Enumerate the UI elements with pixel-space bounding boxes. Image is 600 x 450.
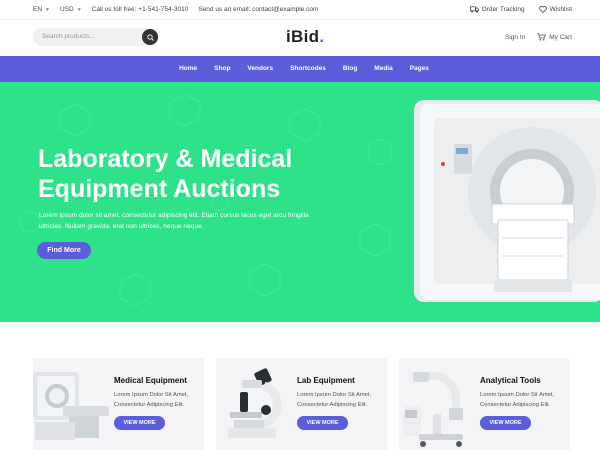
chevron-down-icon: ▼ [76,6,82,13]
cart-icon [537,33,547,41]
cart-label: My Cart [549,33,572,41]
truck-icon [469,6,479,13]
card-description: Lorem Ipsum Dolor Sit Amet, Consectetur … [480,392,555,408]
currency-label: USD [59,6,74,13]
nav-item-shop[interactable]: Shop [214,65,230,72]
email-text[interactable]: Send us an email: contact@example.com [198,6,318,13]
category-card-lab[interactable]: Lab Equipment Lorem Ipsum Dolor Sit Amet… [216,358,387,450]
card-title: Analytical Tools [480,376,541,385]
hero-banner: Laboratory & Medical Equipment Auctions … [0,82,600,322]
cart-link[interactable]: My Cart [537,33,572,41]
hero-description: Lorem ipsum dolor sit amet, consectetur … [39,212,309,230]
language-label: EN [33,6,43,13]
nav-item-media[interactable]: Media [374,65,392,72]
view-more-button[interactable]: VIEW MORE [480,416,531,430]
find-more-button[interactable]: Find More [37,242,91,259]
sign-in-link[interactable]: Sign In [505,34,525,41]
categories-section: Medical Equipment Lorem Ipsum Dolor Sit … [0,322,600,450]
top-bar: EN ▼ USD ▼ Call us toll free: +1-541-754… [0,0,600,20]
nav-item-home[interactable]: Home [179,65,197,72]
view-more-button[interactable]: VIEW MORE [297,416,348,430]
nav-item-vendors[interactable]: Vendors [247,65,273,72]
search-button[interactable] [142,29,158,45]
logo[interactable]: iBid. [286,27,324,47]
card-title: Medical Equipment [114,376,187,385]
wishlist-link[interactable]: Wishlist [538,6,572,13]
microscope-image [228,368,282,438]
order-tracking-link[interactable]: Order Tracking [469,6,525,13]
heart-icon [538,6,547,13]
logo-text: iBid [286,27,320,46]
card-description: Lorem Ipsum Dolor Sit Amet, Consectetur … [297,392,372,408]
nav-item-shortcodes[interactable]: Shortcodes [290,65,326,72]
view-more-button[interactable]: VIEW MORE [114,416,165,430]
nav-item-pages[interactable]: Pages [410,65,429,72]
category-card-medical[interactable]: Medical Equipment Lorem Ipsum Dolor Sit … [33,358,204,450]
page: EN ▼ USD ▼ Call us toll free: +1-541-754… [0,0,600,450]
mri-machine-image [414,100,600,302]
currency-selector[interactable]: USD ▼ [60,6,82,13]
search-bar[interactable]: Search products... [33,28,159,46]
search-icon [146,33,154,41]
order-tracking-label: Order Tracking [481,6,525,13]
wishlist-label: Wishlist [549,6,572,13]
medical-equipment-image [33,372,109,440]
language-selector[interactable]: EN ▼ [33,6,50,13]
card-description: Lorem Ipsum Dolor Sit Amet, Consectetur … [114,392,189,408]
hero-title-line-1: Laboratory & Medical [38,145,293,173]
card-title: Lab Equipment [297,376,355,385]
logo-dot: . [319,27,325,46]
search-input[interactable]: Search products... [42,33,95,40]
phone-text: Call us toll free: +1-541-754-3010 [91,6,189,13]
c-arm-xray-image [403,371,463,447]
main-nav: Home Shop Vendors Shortcodes Blog Media … [0,56,600,82]
hero-title-line-2: Equipment Auctions [38,175,281,203]
nav-item-blog[interactable]: Blog [343,65,357,72]
category-card-analytical[interactable]: Analytical Tools Lorem Ipsum Dolor Sit A… [399,358,570,450]
chevron-down-icon: ▼ [45,6,50,13]
hero-title: Laboratory & Medical Equipment Auctions [38,144,358,204]
header: Search products... iBid. Sign In My Cart [0,20,600,56]
